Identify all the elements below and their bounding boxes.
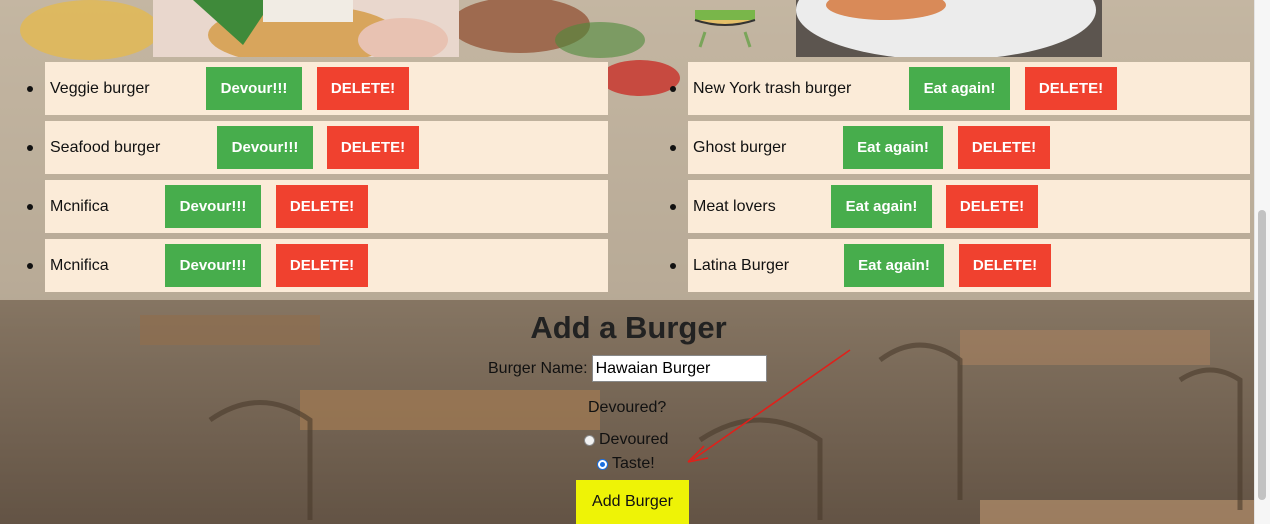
delete-button[interactable]: DELETE! — [327, 126, 419, 169]
bullet-icon — [670, 263, 676, 269]
bullet-icon — [670, 86, 676, 92]
list-item: Ghost burger Eat again! DELETE! — [670, 121, 1250, 174]
list-item: Meat lovers Eat again! DELETE! — [670, 180, 1250, 233]
form-title: Add a Burger — [530, 310, 727, 345]
burger-name-input[interactable] — [591, 355, 767, 382]
delete-button[interactable]: DELETE! — [317, 67, 409, 110]
burger-name: Veggie burger — [50, 79, 150, 97]
list-item: Veggie burger Devour!!! DELETE! — [27, 62, 608, 115]
devour-button[interactable]: Devour!!! — [217, 126, 313, 169]
delete-button[interactable]: DELETE! — [958, 126, 1050, 169]
add-burger-button[interactable]: Add Burger — [576, 480, 689, 524]
burger-name: Meat lovers — [693, 197, 776, 215]
bullet-icon — [27, 204, 33, 210]
devour-button[interactable]: Devour!!! — [206, 67, 302, 110]
delete-button[interactable]: DELETE! — [1025, 67, 1117, 110]
plate-photo — [796, 0, 1102, 57]
vertical-scrollbar[interactable] — [1254, 0, 1270, 524]
devoured-question: Devoured? — [588, 399, 667, 416]
delete-button[interactable]: DELETE! — [276, 244, 368, 287]
radio-button-selected[interactable] — [597, 458, 608, 470]
eat-again-button[interactable]: Eat again! — [831, 185, 932, 228]
list-item: New York trash burger Eat again! DELETE! — [670, 62, 1250, 115]
devour-button[interactable]: Devour!!! — [165, 244, 261, 287]
burger-name: Mcnifica — [50, 197, 109, 215]
list-item: Mcnifica Devour!!! DELETE! — [27, 180, 608, 233]
scrollbar-thumb[interactable] — [1258, 210, 1266, 500]
devour-button[interactable]: Devour!!! — [165, 185, 261, 228]
list-item: Seafood burger Devour!!! DELETE! — [27, 121, 608, 174]
delete-button[interactable]: DELETE! — [276, 185, 368, 228]
list-item: Mcnifica Devour!!! DELETE! — [27, 239, 608, 292]
burger-name: New York trash burger — [693, 79, 852, 97]
devoured-burger-list: New York trash burger Eat again! DELETE!… — [670, 62, 1250, 298]
burger-name-row: Burger Name: — [488, 355, 767, 382]
bullet-icon — [27, 145, 33, 151]
radio-option-devoured[interactable]: Devoured — [584, 431, 668, 449]
bullet-icon — [670, 145, 676, 151]
burger-photo — [153, 0, 459, 57]
character-illustration — [690, 0, 780, 57]
radio-button[interactable] — [584, 434, 595, 446]
radio-label: Devoured — [599, 431, 669, 448]
radio-option-taste[interactable]: Taste! — [597, 455, 655, 473]
bullet-icon — [670, 204, 676, 210]
eat-again-button[interactable]: Eat again! — [843, 126, 943, 169]
burger-name: Latina Burger — [693, 256, 790, 274]
delete-button[interactable]: DELETE! — [946, 185, 1038, 228]
burger-name: Mcnifica — [50, 256, 109, 274]
eat-again-button[interactable]: Eat again! — [844, 244, 944, 287]
burger-name-label: Burger Name: — [488, 359, 588, 377]
delete-button[interactable]: DELETE! — [959, 244, 1051, 287]
burger-name: Seafood burger — [50, 138, 161, 156]
bullet-icon — [27, 86, 33, 92]
eat-again-button[interactable]: Eat again! — [909, 67, 1010, 110]
bullet-icon — [27, 263, 33, 269]
uneaten-burger-list: Veggie burger Devour!!! DELETE! Seafood … — [27, 62, 608, 298]
radio-label: Taste! — [612, 455, 655, 472]
list-item: Latina Burger Eat again! DELETE! — [670, 239, 1250, 292]
burger-name: Ghost burger — [693, 138, 787, 156]
